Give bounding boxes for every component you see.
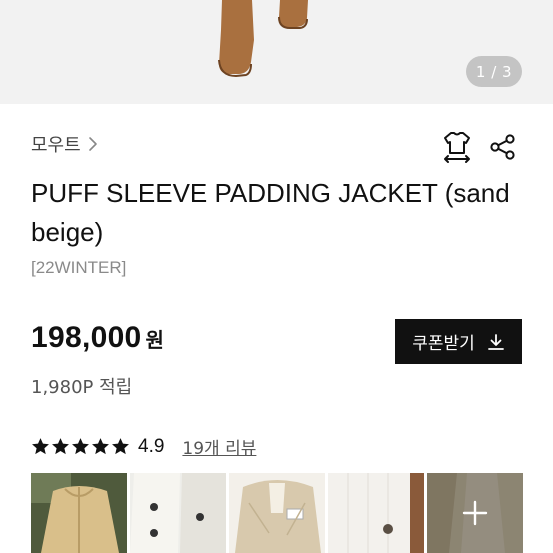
star-icon: [52, 438, 69, 455]
review-photo[interactable]: [328, 473, 424, 553]
size-guide-shirt-icon: [444, 132, 470, 163]
download-icon: [487, 333, 504, 350]
star-icon: [112, 438, 129, 455]
rating-summary: 4.9 19개 리뷰: [31, 434, 256, 459]
brand-name: 모우트: [31, 135, 81, 156]
share-icon: [490, 134, 515, 160]
coupon-download-button[interactable]: 쿠폰받기: [395, 319, 522, 364]
review-photo[interactable]: [229, 473, 325, 553]
review-photo-image: [229, 473, 325, 553]
more-photos-overlay: [427, 473, 523, 553]
product-photo-boots: [0, 0, 553, 104]
review-count-link[interactable]: 19개 리뷰: [182, 434, 256, 459]
price-currency: 원: [145, 328, 164, 352]
reward-points: 1,980P 적립: [31, 377, 133, 398]
review-photo-more[interactable]: [427, 473, 523, 553]
star-icon: [92, 438, 109, 455]
review-photo-strip: [31, 473, 523, 553]
review-photo[interactable]: [130, 473, 226, 553]
chevron-right-icon: [88, 137, 97, 151]
review-photo-image: [328, 473, 424, 553]
plus-icon: [462, 500, 488, 526]
product-price: 198,000: [31, 321, 142, 354]
review-photo-image: [31, 473, 127, 553]
share-button[interactable]: [486, 130, 520, 164]
coupon-button-label: 쿠폰받기: [412, 334, 475, 354]
star-icon: [72, 438, 89, 455]
price-row: 198,000 원: [31, 321, 164, 355]
product-title: PUFF SLEEVE PADDING JACKET (sand beige): [31, 178, 510, 247]
size-guide-button[interactable]: [440, 130, 474, 164]
review-photo-image: [130, 473, 226, 553]
star-icon: [32, 438, 49, 455]
rating-value: 4.9: [138, 435, 165, 457]
brand-link[interactable]: 모우트: [31, 131, 99, 157]
product-image[interactable]: 1 / 3: [0, 0, 553, 104]
product-season-tag: [22WINTER]: [31, 258, 127, 277]
review-photo[interactable]: [31, 473, 127, 553]
rating-stars: [31, 437, 130, 456]
image-counter: 1 / 3: [466, 56, 522, 87]
